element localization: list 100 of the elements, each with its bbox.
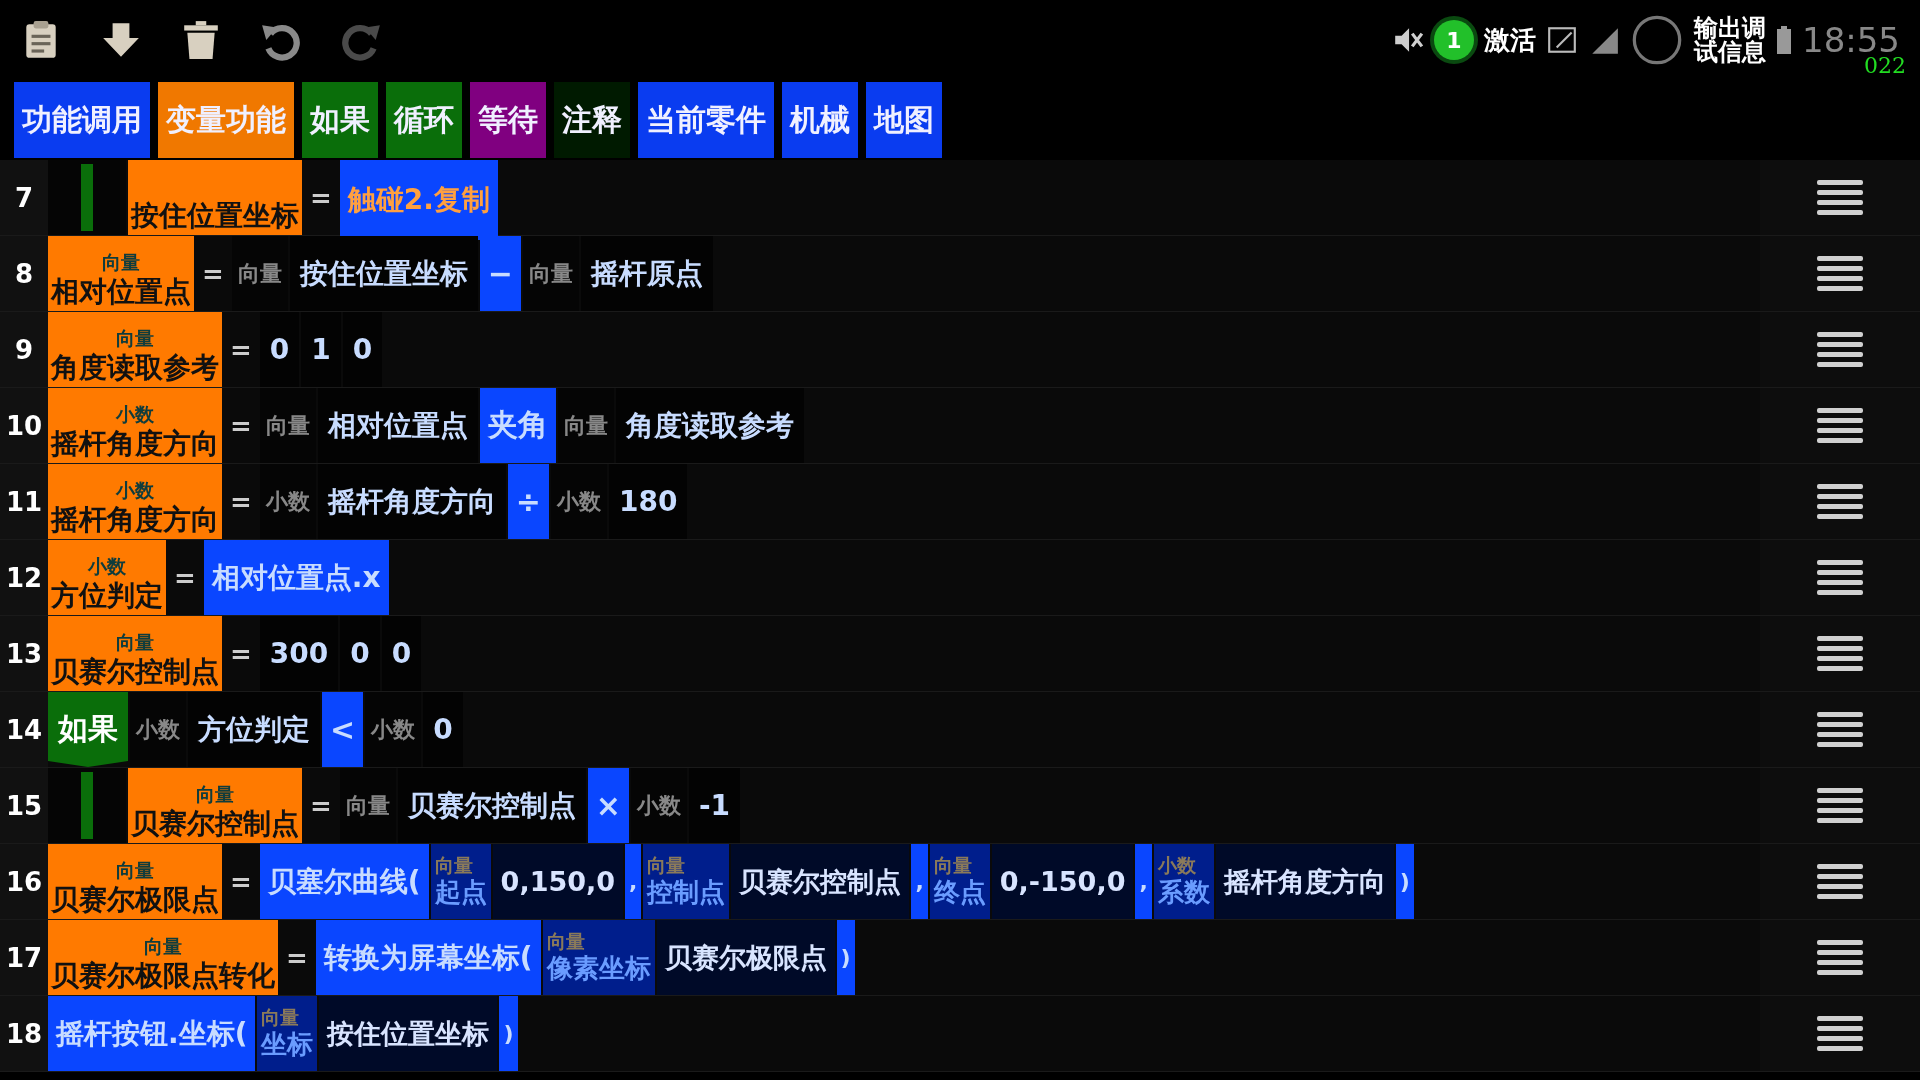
category-tab[interactable]: 机械 (782, 82, 858, 158)
drag-handle-icon[interactable] (1817, 407, 1863, 444)
line-number: 11 (0, 464, 48, 539)
function-block[interactable]: 摇杆按钮.坐标( (48, 996, 256, 1071)
drag-handle-icon[interactable] (1817, 939, 1863, 976)
value-field[interactable]: 1 (301, 312, 341, 387)
variable-block[interactable]: 小数 摇杆角度方向 (48, 464, 222, 539)
category-tab[interactable]: 如果 (302, 82, 378, 158)
type-label: 小数 (88, 556, 126, 578)
variable-name: 贝赛尔控制点 (131, 806, 299, 841)
argument-field[interactable]: 贝赛尔控制点 (731, 844, 910, 919)
drag-handle-icon[interactable] (1817, 255, 1863, 292)
variable-block[interactable]: 向量 贝赛尔控制点 (128, 768, 302, 843)
variable-block[interactable]: 向量 角度读取参考 (48, 312, 222, 387)
operator-block[interactable]: × (587, 768, 629, 843)
value-field[interactable]: 0 (423, 692, 463, 767)
line-number: 15 (0, 768, 48, 843)
category-tab[interactable]: 当前零件 (638, 82, 774, 158)
drag-handle-icon[interactable] (1817, 711, 1863, 748)
battery-icon (1776, 25, 1792, 55)
equals-sign: = (309, 181, 333, 215)
line-number: 16 (0, 844, 48, 919)
separator-block[interactable]: ) (836, 920, 855, 995)
type-label: 向量 (259, 388, 316, 463)
equals-sign: = (229, 333, 253, 367)
activate-label[interactable]: 激活 (1484, 22, 1536, 58)
variable-name: 相对位置点 (51, 274, 191, 309)
expression-block[interactable]: 相对位置点.x (203, 540, 389, 615)
operator-block[interactable]: ÷ (507, 464, 549, 539)
dial-icon (1630, 13, 1684, 67)
argument-field[interactable]: 摇杆角度方向 (1215, 844, 1394, 919)
variable-block[interactable]: 向量 贝赛尔极限点转化 (48, 920, 278, 995)
drag-handle-icon[interactable] (1817, 863, 1863, 900)
type-label: 小数 (130, 692, 186, 767)
drag-handle-icon[interactable] (1817, 179, 1863, 216)
type-label: 小数 (550, 464, 607, 539)
parameter-name: 像素坐标 (546, 952, 651, 984)
variable-name: 按住位置坐标 (131, 198, 299, 233)
value-field[interactable]: 0 (259, 312, 300, 387)
variable-block[interactable]: 向量 贝赛尔极限点 (48, 844, 222, 919)
variable-block[interactable]: 按住位置坐标 (128, 160, 302, 235)
value-field[interactable]: 300 (259, 616, 339, 691)
variable-block[interactable]: 小数 摇杆角度方向 (48, 388, 222, 463)
type-label: 向量 (144, 936, 182, 958)
value-field[interactable]: 贝赛尔控制点 (397, 768, 586, 843)
separator-block[interactable]: , (625, 844, 642, 919)
type-label: 向量 (196, 784, 234, 806)
value-field[interactable]: 180 (608, 464, 688, 539)
drag-handle-icon[interactable] (1817, 787, 1863, 824)
value-field[interactable]: 角度读取参考 (615, 388, 804, 463)
type-label: 向量 (261, 1007, 301, 1029)
value-field[interactable]: 0 (381, 616, 422, 691)
debug-output-label[interactable]: 输出调试信息 (1694, 16, 1766, 64)
category-tab[interactable]: 注释 (554, 82, 630, 158)
drag-handle-icon[interactable] (1817, 635, 1863, 672)
separator-block[interactable]: ) (499, 996, 518, 1071)
type-label: 向量 (116, 328, 154, 350)
separator-block[interactable]: , (1135, 844, 1152, 919)
variable-name: 方位判定 (51, 578, 163, 613)
function-block[interactable]: 转换为屏幕坐标( (315, 920, 541, 995)
function-block[interactable]: 贝塞尔曲线( (259, 844, 429, 919)
value-field[interactable]: -1 (688, 768, 741, 843)
argument-field[interactable]: 0,150,0 (492, 844, 624, 919)
category-tab[interactable]: 功能调用 (14, 82, 150, 158)
operator-block[interactable]: − (479, 236, 521, 311)
drag-handle-icon[interactable] (1817, 1015, 1863, 1052)
value-field[interactable]: 相对位置点 (317, 388, 478, 463)
equals-sign: = (201, 257, 225, 291)
operator-block[interactable]: < (322, 692, 364, 767)
type-label: 向量 (546, 931, 586, 953)
value-field[interactable]: 摇杆角度方向 (317, 464, 506, 539)
value-field[interactable]: 按住位置坐标 (289, 236, 478, 311)
variable-block[interactable]: 向量 贝赛尔控制点 (48, 616, 222, 691)
parameter-name: 起点 (434, 876, 487, 908)
if-block[interactable]: 如果 (48, 692, 128, 767)
separator-block[interactable]: ) (1395, 844, 1414, 919)
drag-handle-icon[interactable] (1817, 559, 1863, 596)
equals-sign: = (229, 485, 253, 519)
value-field[interactable]: 0 (340, 616, 380, 691)
separator-block[interactable]: , (911, 844, 928, 919)
drag-handle-icon[interactable] (1817, 331, 1863, 368)
variable-block[interactable]: 向量 相对位置点 (48, 236, 194, 311)
drag-handle-icon[interactable] (1817, 483, 1863, 520)
type-label: 向量 (557, 388, 614, 463)
category-tab[interactable]: 地图 (866, 82, 942, 158)
value-field[interactable]: 方位判定 (188, 692, 320, 767)
parameter-name: 控制点 (647, 876, 726, 908)
value-field[interactable]: 摇杆原点 (580, 236, 713, 311)
operator-block[interactable]: 夹角 (479, 388, 556, 463)
argument-field[interactable]: 按住位置坐标 (319, 996, 498, 1071)
argument-field[interactable]: 贝赛尔极限点 (656, 920, 835, 995)
variable-block[interactable]: 小数 方位判定 (48, 540, 166, 615)
window-icon (1546, 24, 1578, 56)
category-tab[interactable]: 循环 (386, 82, 462, 158)
variable-name: 贝赛尔极限点 (51, 882, 219, 917)
type-label: 小数 (630, 768, 687, 843)
value-field[interactable]: 0 (342, 312, 383, 387)
type-label: 向量 (933, 855, 973, 877)
argument-field[interactable]: 0,-150,0 (991, 844, 1134, 919)
category-tab[interactable]: 等待 (470, 82, 546, 158)
